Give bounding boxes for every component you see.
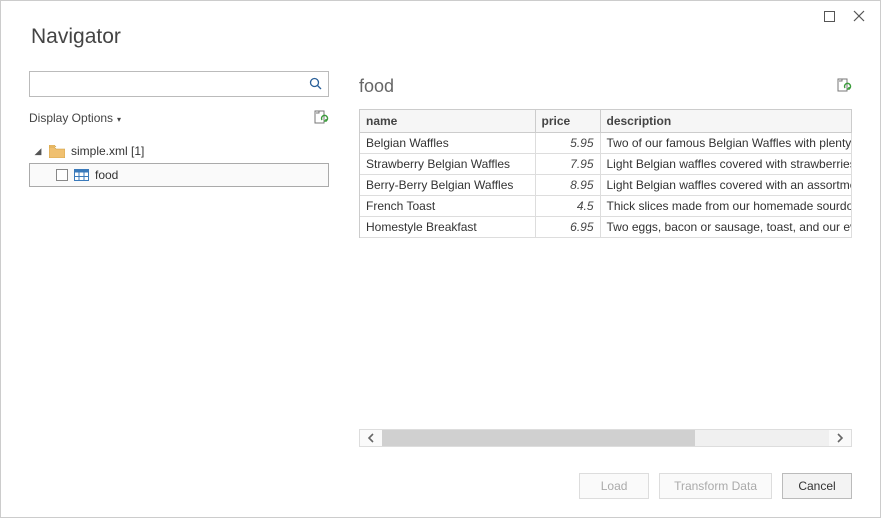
col-header-price[interactable]: price — [535, 110, 600, 133]
tree-item-label: food — [95, 168, 118, 182]
table-row[interactable]: Belgian Waffles 5.95 Two of our famous B… — [360, 133, 852, 154]
transform-data-button[interactable]: Transform Data — [659, 473, 772, 499]
table-row[interactable]: Homestyle Breakfast 6.95 Two eggs, bacon… — [360, 217, 852, 238]
display-options-dropdown[interactable]: Display Options ▾ — [29, 111, 121, 125]
tree-item-checkbox[interactable] — [56, 169, 68, 181]
col-header-name[interactable]: name — [360, 110, 535, 133]
table-row[interactable]: Strawberry Belgian Waffles 7.95 Light Be… — [360, 154, 852, 175]
search-input-container — [29, 71, 329, 97]
maximize-icon[interactable] — [822, 9, 836, 23]
refresh-icon[interactable] — [313, 110, 329, 126]
refresh-preview-icon[interactable] — [836, 78, 852, 94]
preview-table: name price description Belgian Waffles 5… — [359, 109, 852, 238]
search-input[interactable] — [30, 72, 304, 96]
scroll-right-icon[interactable] — [829, 430, 851, 446]
expand-caret-icon[interactable]: ◢ — [33, 146, 43, 157]
display-options-label: Display Options — [29, 111, 113, 125]
col-header-description[interactable]: description — [600, 110, 852, 133]
horizontal-scrollbar[interactable] — [359, 429, 852, 447]
search-icon[interactable] — [304, 77, 328, 91]
table-row[interactable]: Berry-Berry Belgian Waffles 8.95 Light B… — [360, 175, 852, 196]
table-row[interactable]: French Toast 4.5 Thick slices made from … — [360, 196, 852, 217]
load-button[interactable]: Load — [579, 473, 649, 499]
tree-root[interactable]: ◢ simple.xml [1] — [29, 139, 329, 163]
close-icon[interactable] — [852, 9, 866, 23]
chevron-down-icon: ▾ — [117, 115, 121, 124]
cancel-button[interactable]: Cancel — [782, 473, 852, 499]
folder-icon — [49, 145, 65, 158]
tree-item-food[interactable]: food — [29, 163, 329, 187]
preview-title: food — [359, 76, 394, 97]
page-title: Navigator — [31, 25, 121, 49]
scrollbar-track[interactable] — [382, 430, 829, 446]
table-icon — [74, 169, 89, 181]
scrollbar-thumb[interactable] — [382, 430, 695, 446]
scroll-left-icon[interactable] — [360, 430, 382, 446]
tree-root-label: simple.xml [1] — [71, 144, 144, 158]
